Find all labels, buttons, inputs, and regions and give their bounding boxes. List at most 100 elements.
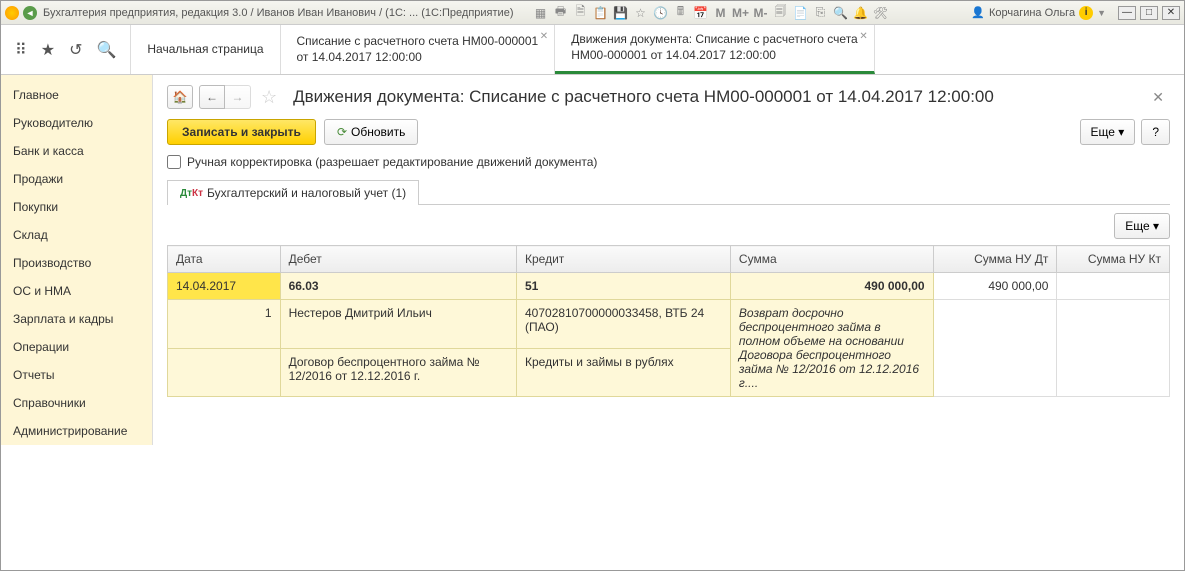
user-box[interactable]: 👤 Корчагина Ольга	[971, 6, 1075, 19]
maximize-button[interactable]: □	[1140, 6, 1158, 20]
cell-credit-detail2[interactable]: Кредиты и займы в рублях	[517, 348, 731, 397]
sidebar-item-admin[interactable]: Администрирование	[1, 417, 152, 445]
table-row[interactable]: 14.04.2017 66.03 51 490 000,00 490 000,0…	[168, 273, 1170, 300]
copy-icon[interactable]: 🗐	[773, 6, 787, 20]
refresh-icon: ⟳	[337, 125, 347, 139]
m-minus-button[interactable]: M-	[753, 6, 767, 20]
minimize-button[interactable]: —	[1118, 6, 1136, 20]
tab-close-icon[interactable]: ✕	[540, 31, 548, 42]
table-row[interactable]: 1 Нестеров Дмитрий Ильич 407028107000000…	[168, 300, 1170, 349]
calc-icon[interactable]: 🖩	[673, 6, 687, 20]
dt-kt-icon: ДтКт	[180, 188, 203, 199]
title-toolbar-icons: ▦ 🖶 🗎 📋 💾 ☆ 🕓 🖩 📅 M M+ M- 🗐 📄 ⎘ 🔍 🔔 🛠	[533, 6, 887, 20]
info-icon[interactable]: i	[1079, 6, 1093, 20]
search-icon[interactable]: 🔍	[833, 6, 847, 20]
cell-debit-detail2[interactable]: Договор беспроцентного займа № 12/2016 о…	[280, 348, 516, 397]
cell-sum-nu-kt-empty[interactable]	[1057, 300, 1170, 397]
print-icon[interactable]: 🖶	[553, 6, 567, 20]
document-header: 🏠 ← → ☆ Движения документа: Списание с р…	[167, 85, 1170, 109]
m-button[interactable]: M	[713, 6, 727, 20]
save-close-button[interactable]: Записать и закрыть	[167, 119, 316, 145]
inner-toolbar: Еще ▾	[167, 213, 1170, 239]
cell-num[interactable]: 1	[168, 300, 281, 349]
cell-sum-nu-kt[interactable]	[1057, 273, 1170, 300]
tab-document-2[interactable]: Движения документа: Списание с расчетног…	[555, 25, 875, 74]
forward-button[interactable]: →	[225, 85, 251, 109]
sidebar-item-operations[interactable]: Операции	[1, 333, 152, 361]
favorite-icon[interactable]: ★	[41, 40, 55, 60]
cell-credit[interactable]: 51	[517, 273, 731, 300]
home-button[interactable]: 🏠	[167, 85, 193, 109]
document-close-icon[interactable]: ✕	[1146, 89, 1170, 106]
cell-date[interactable]: 14.04.2017	[168, 273, 281, 300]
link-icon[interactable]: ⎘	[813, 6, 827, 20]
apps-icon[interactable]: ⠿	[15, 40, 27, 60]
sidebar-item-reports[interactable]: Отчеты	[1, 361, 152, 389]
sidebar: Главное Руководителю Банк и касса Продаж…	[1, 75, 153, 445]
col-sum-nu-dt[interactable]: Сумма НУ Дт	[933, 246, 1057, 273]
col-debit[interactable]: Дебет	[280, 246, 516, 273]
app-logo-icon	[5, 6, 19, 20]
table-more-button[interactable]: Еще ▾	[1114, 213, 1170, 239]
app-title: Бухгалтерия предприятия, редакция 3.0 / …	[43, 7, 513, 19]
nav-tabs: Начальная страница Списание с расчетного…	[131, 25, 1184, 74]
paste-icon[interactable]: 📄	[793, 6, 807, 20]
entries-table: Дата Дебет Кредит Сумма Сумма НУ Дт Сумм…	[167, 245, 1170, 397]
close-button[interactable]: ✕	[1162, 6, 1180, 20]
cell-sum-text[interactable]: Возврат досрочно беспроцентного займа в …	[730, 300, 933, 397]
help-button[interactable]: ?	[1141, 119, 1170, 145]
m-plus-button[interactable]: M+	[733, 6, 747, 20]
title-bar: ◄ Бухгалтерия предприятия, редакция 3.0 …	[1, 1, 1184, 25]
user-icon: 👤	[971, 6, 985, 19]
cell-credit-detail[interactable]: 40702810700000033458, ВТБ 24 (ПАО)	[517, 300, 731, 349]
doc-icon[interactable]: 🗎	[573, 6, 587, 20]
more-button[interactable]: Еще ▾	[1080, 119, 1136, 145]
search-nav-icon[interactable]: 🔍	[96, 40, 116, 60]
sidebar-item-references[interactable]: Справочники	[1, 389, 152, 417]
cell-empty[interactable]	[168, 348, 281, 397]
sidebar-item-sales[interactable]: Продажи	[1, 165, 152, 193]
tab-close-icon[interactable]: ✕	[859, 31, 867, 42]
window-controls: — □ ✕	[1118, 6, 1180, 20]
sidebar-item-manager[interactable]: Руководителю	[1, 109, 152, 137]
history-icon[interactable]: 🕓	[653, 6, 667, 20]
cell-sum-nu-dt[interactable]: 490 000,00	[933, 273, 1057, 300]
cell-debit[interactable]: 66.03	[280, 273, 516, 300]
col-sum-nu-kt[interactable]: Сумма НУ Кт	[1057, 246, 1170, 273]
sidebar-item-bank[interactable]: Банк и касса	[1, 137, 152, 165]
cell-sum[interactable]: 490 000,00	[730, 273, 933, 300]
sidebar-item-main[interactable]: Главное	[1, 81, 152, 109]
sidebar-item-assets[interactable]: ОС и НМА	[1, 277, 152, 305]
calendar-icon[interactable]: 📅	[693, 6, 707, 20]
tab-document-1[interactable]: Списание с расчетного счета НМ00-000001 …	[281, 25, 556, 74]
back-arrow-icon[interactable]: ◄	[23, 6, 37, 20]
star-icon[interactable]: ☆	[633, 6, 647, 20]
sidebar-item-purchases[interactable]: Покупки	[1, 193, 152, 221]
dropdown-icon[interactable]: ▼	[1097, 8, 1106, 18]
clipboard-icon[interactable]: 📋	[593, 6, 607, 20]
tools-icon[interactable]: 🛠	[873, 6, 887, 20]
favorite-toggle-icon[interactable]: ☆	[261, 87, 277, 108]
save-icon[interactable]: 💾	[613, 6, 627, 20]
col-credit[interactable]: Кредит	[517, 246, 731, 273]
nav-icons: ⠿ ★ ↺ 🔍	[1, 25, 131, 74]
refresh-button[interactable]: ⟳ Обновить	[324, 119, 418, 145]
back-button[interactable]: ←	[199, 85, 225, 109]
grid-icon[interactable]: ▦	[533, 6, 547, 20]
cell-debit-detail[interactable]: Нестеров Дмитрий Ильич	[280, 300, 516, 349]
sidebar-item-salary[interactable]: Зарплата и кадры	[1, 305, 152, 333]
cell-sum-nu-dt-empty[interactable]	[933, 300, 1057, 397]
col-sum[interactable]: Сумма	[730, 246, 933, 273]
tab-home[interactable]: Начальная страница	[131, 25, 280, 74]
sidebar-item-warehouse[interactable]: Склад	[1, 221, 152, 249]
manual-edit-row: Ручная корректировка (разрешает редактир…	[167, 155, 1170, 169]
sidebar-item-production[interactable]: Производство	[1, 249, 152, 277]
accounting-tab[interactable]: ДтКт Бухгалтерский и налоговый учет (1)	[167, 180, 419, 205]
col-date[interactable]: Дата	[168, 246, 281, 273]
manual-edit-checkbox[interactable]	[167, 155, 181, 169]
nav-row: ⠿ ★ ↺ 🔍 Начальная страница Списание с ра…	[1, 25, 1184, 75]
bell-icon[interactable]: 🔔	[853, 6, 867, 20]
history-nav-icon[interactable]: ↺	[69, 40, 82, 60]
document-title: Движения документа: Списание с расчетног…	[293, 87, 994, 107]
manual-edit-label: Ручная корректировка (разрешает редактир…	[187, 155, 597, 169]
